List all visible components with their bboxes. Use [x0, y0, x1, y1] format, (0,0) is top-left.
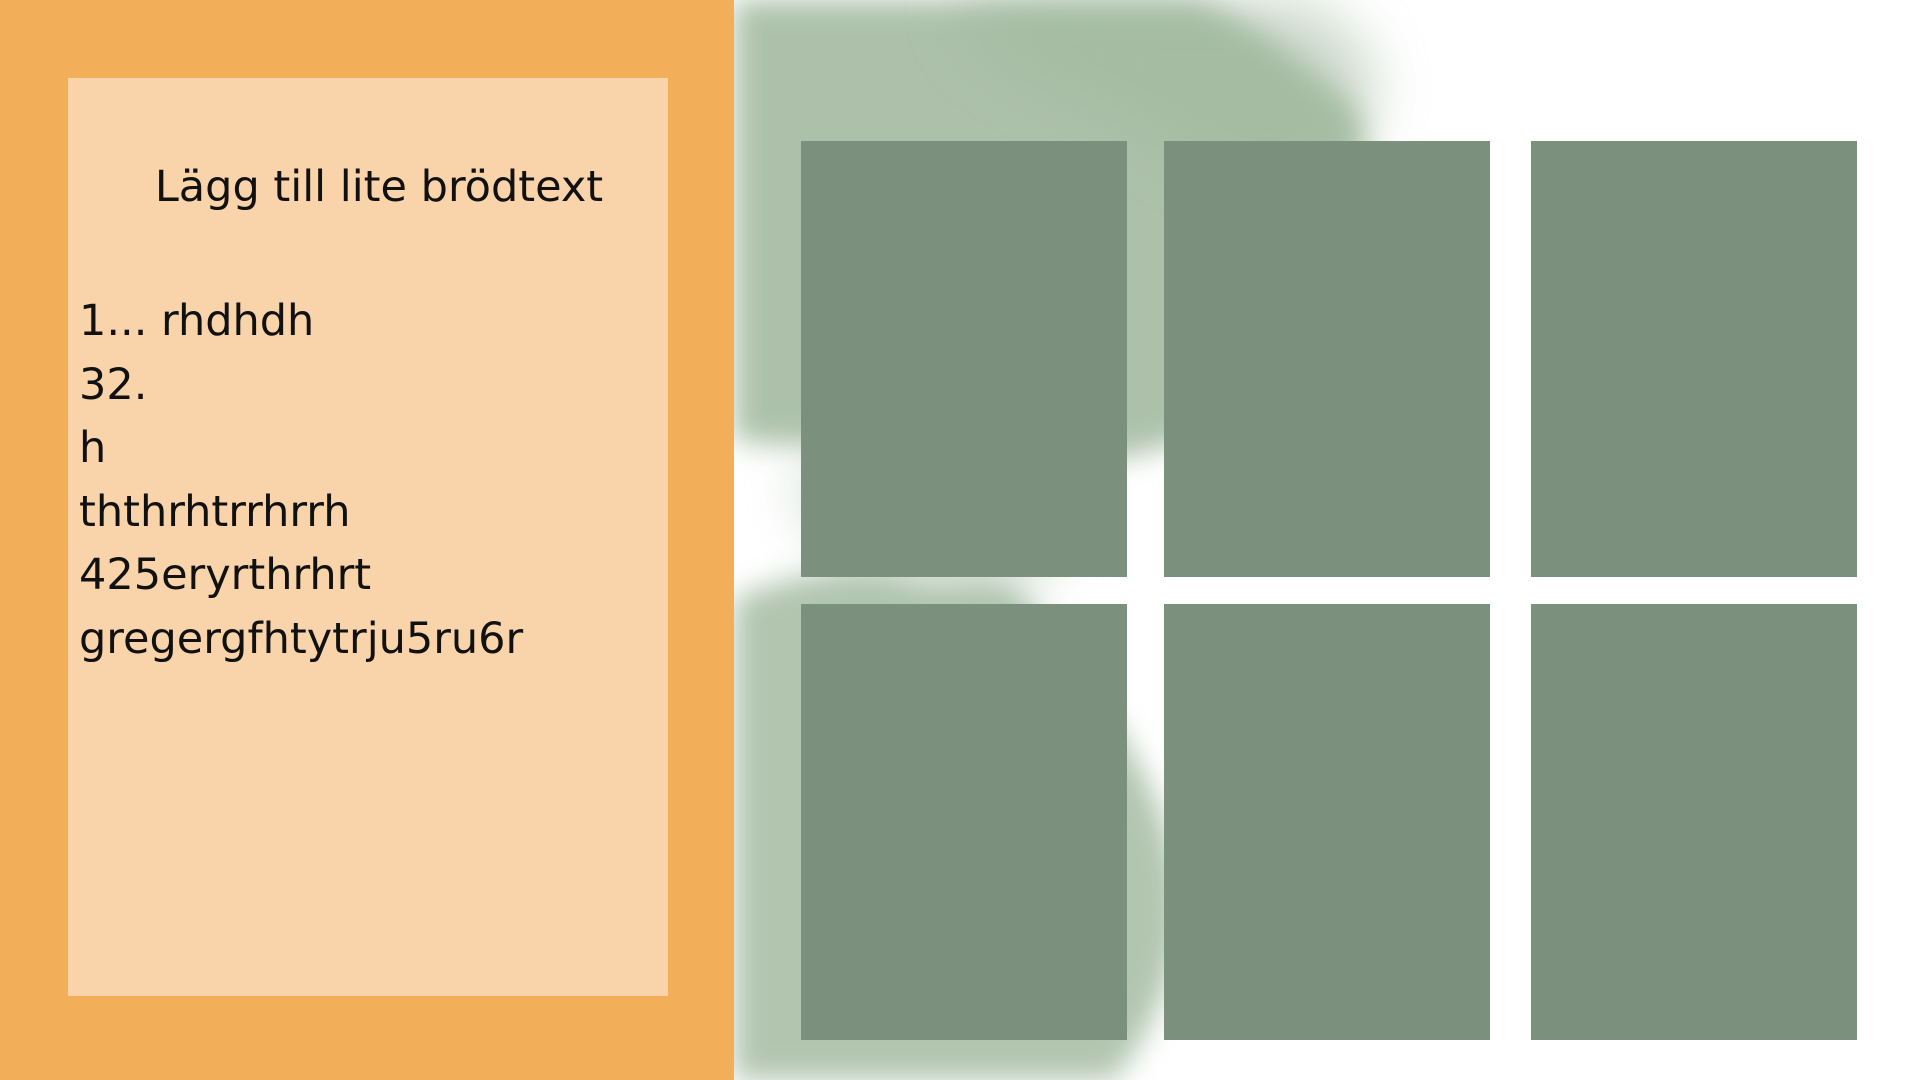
- image-placeholder-tile-3[interactable]: [1531, 141, 1857, 577]
- list-item: 1... rhdhdh: [79, 296, 315, 346]
- image-placeholder-tile-4[interactable]: [801, 604, 1127, 1040]
- image-placeholder-tile-6[interactable]: [1531, 604, 1857, 1040]
- body-text-list[interactable]: 1... rhdhdh 32. h ththrhtrrhrrh 425eryrt…: [79, 290, 523, 671]
- presentation-slide: Lägg till lite brödtext 1... rhdhdh 32. …: [0, 0, 1920, 1080]
- list-item: h: [79, 423, 107, 473]
- list-item: 425eryrthrhrt: [79, 550, 372, 600]
- card-heading[interactable]: Lägg till lite brödtext: [0, 162, 758, 214]
- list-item: gregergfhtytrju5ru6r: [79, 613, 524, 664]
- image-placeholder-tile-2[interactable]: [1164, 141, 1490, 577]
- image-placeholder-tile-1[interactable]: [801, 141, 1127, 577]
- list-item: 32.: [79, 359, 148, 410]
- list-item: ththrhtrrhrrh: [79, 486, 351, 537]
- image-placeholder-tile-5[interactable]: [1164, 604, 1490, 1040]
